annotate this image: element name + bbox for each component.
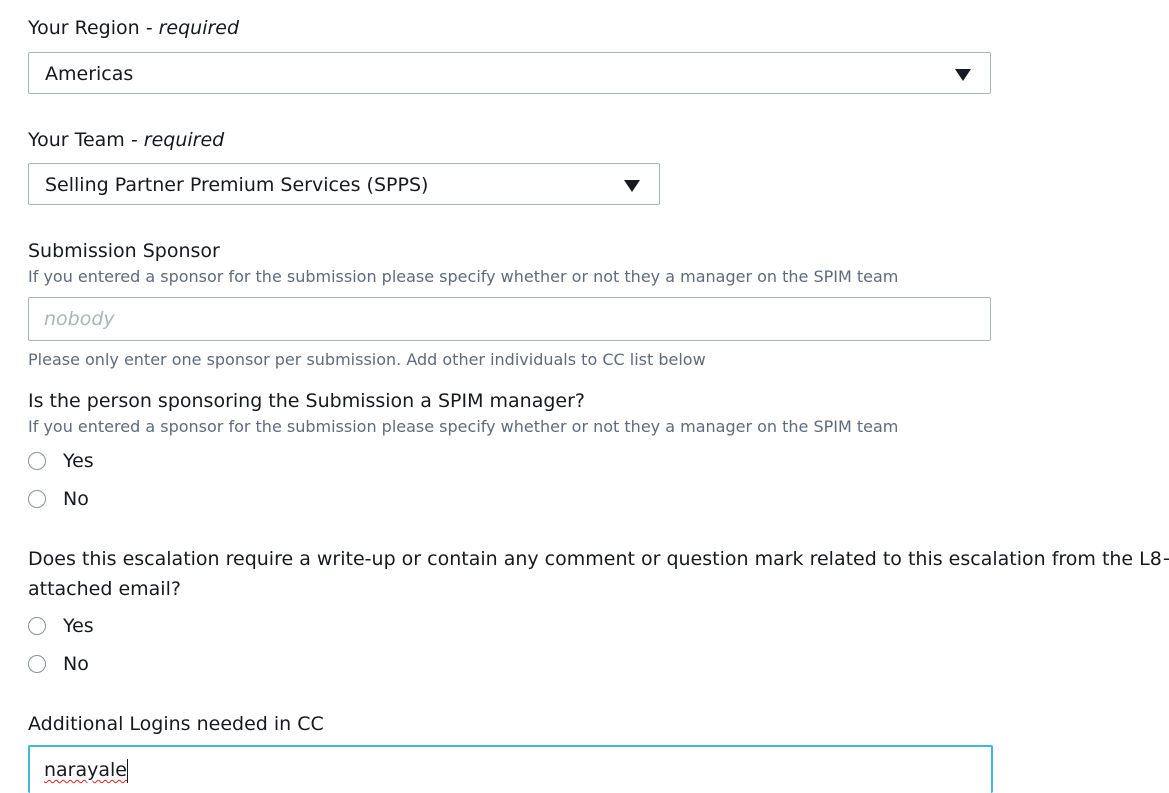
cc-logins-input-value: narayale [44, 759, 127, 781]
radio-circle-icon[interactable] [28, 617, 46, 635]
sponsor-footnote: Please only enter one sponsor per submis… [28, 350, 706, 369]
spim-manager-radio-no[interactable]: No [28, 485, 89, 513]
team-label: Your Team - required [28, 129, 225, 151]
region-select-value: Americas [45, 63, 134, 85]
writeup-question-line1: Does this escalation require a write-up … [28, 548, 1169, 570]
radio-circle-icon[interactable] [28, 490, 46, 508]
region-select[interactable]: Americas [28, 52, 991, 94]
sponsor-label: Submission Sponsor [28, 240, 220, 262]
sponsor-hint: If you entered a sponsor for the submiss… [28, 267, 899, 286]
team-required-marker: - required [124, 129, 225, 151]
radio-label: No [63, 653, 89, 675]
radio-circle-icon[interactable] [28, 655, 46, 673]
caret-down-icon [955, 69, 971, 81]
caret-down-icon [624, 180, 640, 192]
team-select[interactable]: Selling Partner Premium Services (SPPS) [28, 163, 660, 205]
spim-manager-radio-yes[interactable]: Yes [28, 447, 94, 475]
spim-manager-hint: If you entered a sponsor for the submiss… [28, 417, 899, 436]
text-cursor [127, 758, 128, 783]
sponsor-input[interactable] [28, 297, 991, 341]
radio-label: No [63, 488, 89, 510]
radio-label: Yes [63, 615, 94, 637]
cc-logins-label: Additional Logins needed in CC [28, 713, 324, 735]
writeup-radio-no[interactable]: No [28, 650, 89, 678]
region-required-marker: - required [139, 17, 240, 39]
team-select-value: Selling Partner Premium Services (SPPS) [45, 174, 429, 196]
radio-label: Yes [63, 450, 94, 472]
region-label: Your Region - required [28, 17, 240, 39]
spim-manager-question: Is the person sponsoring the Submission … [28, 390, 585, 412]
radio-circle-icon[interactable] [28, 452, 46, 470]
cc-logins-input[interactable]: narayale [28, 745, 993, 793]
writeup-question-line2: attached email? [28, 578, 181, 600]
writeup-radio-yes[interactable]: Yes [28, 612, 94, 640]
